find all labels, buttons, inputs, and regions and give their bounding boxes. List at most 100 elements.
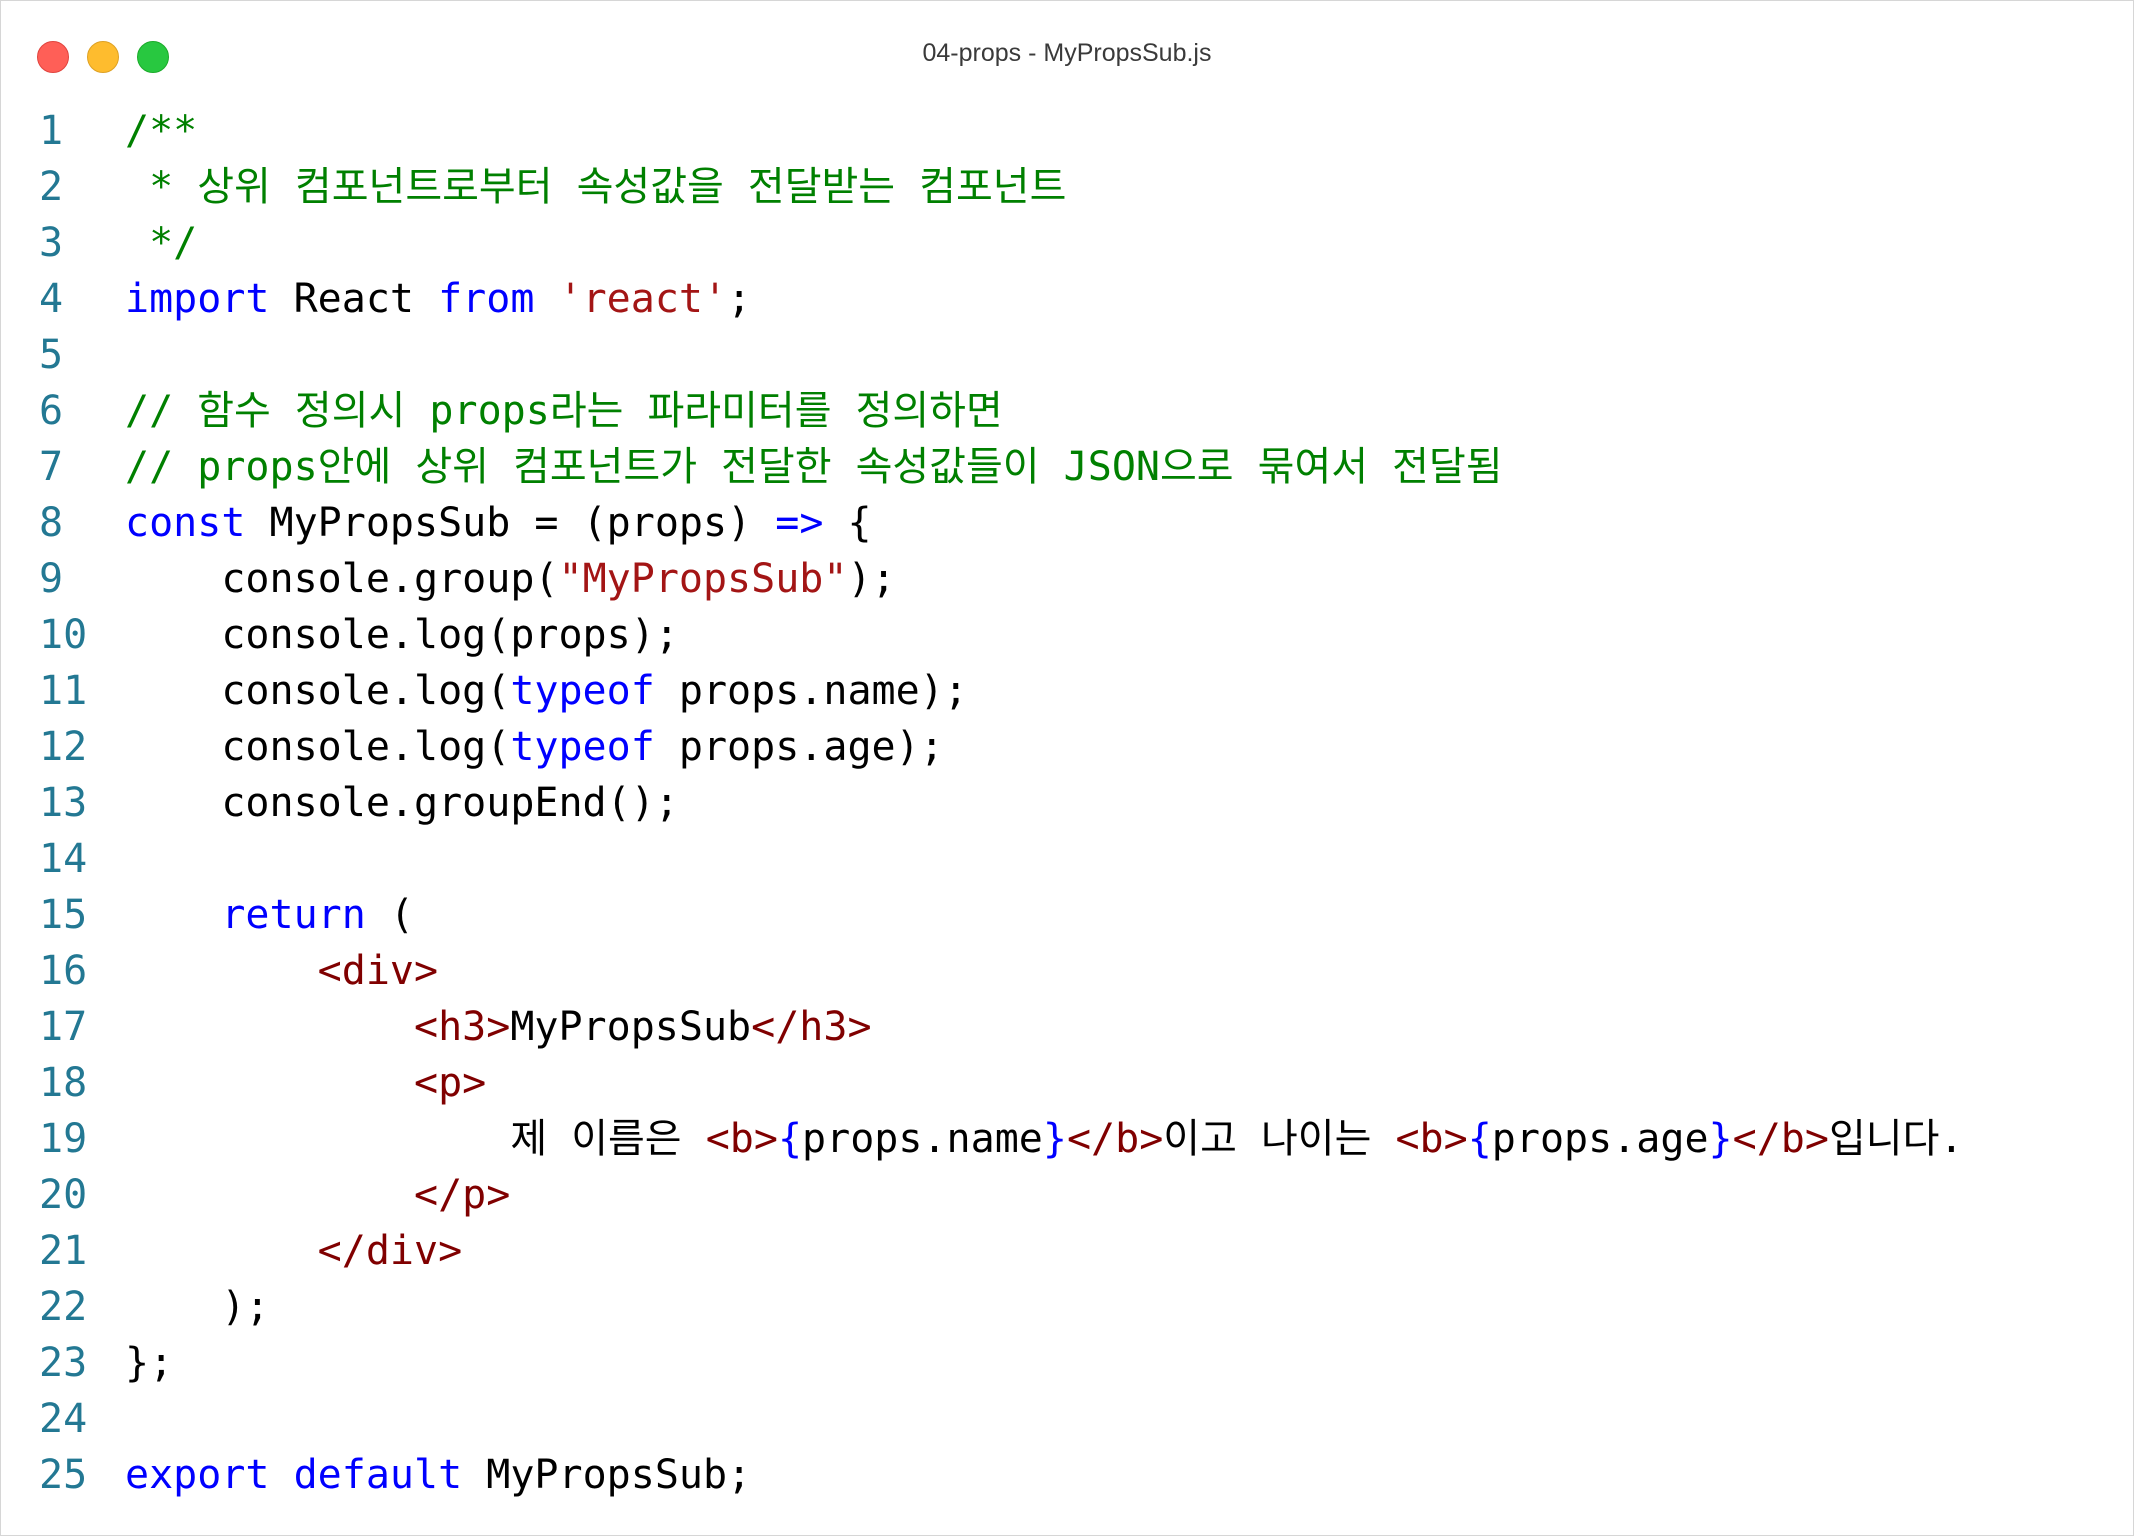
line-number: 17 <box>39 1004 88 1050</box>
code-text: console.groupEnd(); <box>125 775 679 831</box>
code-token-keyword: from <box>438 276 535 322</box>
line-number: 14 <box>39 836 88 882</box>
code-token-plain: ; <box>727 276 752 322</box>
code-token-plain: ( <box>365 892 414 938</box>
line-number: 9 <box>39 556 64 602</box>
code-line: 21 </div> <box>1 1223 2133 1279</box>
code-line: 14 <box>1 831 2133 887</box>
line-number: 6 <box>39 388 64 434</box>
code-token-plain: ); <box>847 556 896 602</box>
code-line: 6 // 함수 정의시 props라는 파라미터를 정의하면 <box>1 383 2133 439</box>
code-line: 25 export default MyPropsSub; <box>1 1447 2133 1503</box>
code-token-comment: // props안에 상위 컴포넌트가 전달한 속성값들이 JSON으로 묶여서… <box>125 444 1503 490</box>
code-token-keyword: typeof <box>510 724 655 770</box>
line-number: 23 <box>39 1340 88 1386</box>
code-token-tag: </div> <box>317 1228 463 1274</box>
line-number: 4 <box>39 276 64 322</box>
code-token-plain: console.groupEnd(); <box>125 780 679 826</box>
code-token-tag: <div> <box>317 948 439 994</box>
code-line: 20 </p> <box>1 1167 2133 1223</box>
code-text: console.log(props); <box>125 607 679 663</box>
code-text: console.log(typeof props.name); <box>125 663 968 719</box>
code-token-plain: props.age); <box>654 724 944 770</box>
code-text: * 상위 컴포넌트로부터 속성값을 전달받는 컴포넌트 <box>125 159 1066 215</box>
code-token-keyword: return <box>221 892 366 938</box>
code-text: ); <box>125 1279 269 1335</box>
code-text: console.group("MyPropsSub"); <box>125 551 896 607</box>
line-number: 5 <box>39 332 64 378</box>
code-token-tag: </b> <box>1066 1116 1164 1162</box>
code-token-tag: <b> <box>705 1116 778 1162</box>
code-token-tag: </b> <box>1732 1116 1829 1162</box>
line-number: 8 <box>39 500 64 546</box>
code-line: 16 <div> <box>1 943 2133 999</box>
line-number: 13 <box>39 780 88 826</box>
code-line: 17 <h3>MyPropsSub</h3> <box>1 999 2133 1055</box>
code-line: 3 */ <box>1 215 2133 271</box>
code-token-plain: props.name); <box>654 668 968 714</box>
code-line: 7 // props안에 상위 컴포넌트가 전달한 속성값들이 JSON으로 묶여… <box>1 439 2133 495</box>
code-token-string: 'react' <box>558 276 728 322</box>
code-text: export default MyPropsSub; <box>125 1447 751 1503</box>
code-text: return ( <box>125 887 414 943</box>
code-token-plain: console.log( <box>125 724 511 770</box>
code-token-plain: props.age <box>1491 1116 1709 1162</box>
code-token-keyword: typeof <box>510 668 655 714</box>
line-number: 20 <box>39 1172 88 1218</box>
code-text: <p> <box>125 1055 486 1111</box>
window-title: 04-props - MyPropsSub.js <box>922 39 1212 67</box>
code-token-plain: 이고 나이는 <box>1163 1116 1396 1162</box>
code-line: 19 제 이름은 <b>{props.name}</b>이고 나이는 <b>{p… <box>1 1111 2133 1167</box>
code-line: 5 <box>1 327 2133 383</box>
code-token-comment: // 함수 정의시 props라는 파라미터를 정의하면 <box>125 388 1003 434</box>
code-line: 8 const MyPropsSub = (props) => { <box>1 495 2133 551</box>
code-text: </div> <box>125 1223 463 1279</box>
code-text: </p> <box>125 1167 510 1223</box>
code-token-plain: console.log( <box>125 668 511 714</box>
title-bar: 04-props - MyPropsSub.js <box>1 1 2133 111</box>
line-number: 21 <box>39 1228 88 1274</box>
code-token-plain: React <box>269 276 439 322</box>
code-token-tag: <p> <box>413 1060 487 1106</box>
code-text: */ <box>125 215 197 271</box>
code-text: /** <box>125 103 197 159</box>
line-number: 15 <box>39 892 88 938</box>
code-token-keyword: } <box>1708 1116 1733 1162</box>
code-token-plain: 입니다. <box>1828 1116 1964 1162</box>
code-text: import React from 'react'; <box>125 271 751 327</box>
code-line: 11 console.log(typeof props.name); <box>1 663 2133 719</box>
code-token-plain: console.log(props); <box>125 612 679 658</box>
line-number: 25 <box>39 1452 88 1498</box>
line-number: 22 <box>39 1284 88 1330</box>
line-number: 10 <box>39 612 88 658</box>
code-token-keyword: => <box>775 500 824 546</box>
line-number: 19 <box>39 1116 88 1162</box>
code-token-keyword: const <box>125 500 246 546</box>
code-token-plain: 제 이름은 <box>125 1116 706 1162</box>
code-line: 22 ); <box>1 1279 2133 1335</box>
code-line: 13 console.groupEnd(); <box>1 775 2133 831</box>
code-token-keyword: default <box>293 1452 463 1498</box>
code-editor[interactable]: 1/** 2 * 상위 컴포넌트로부터 속성값을 전달받는 컴포넌트 3 */4 im… <box>1 103 2133 1503</box>
line-number: 2 <box>39 164 64 210</box>
code-line: 15 return ( <box>1 887 2133 943</box>
code-token-keyword: import <box>125 276 270 322</box>
line-number: 3 <box>39 220 64 266</box>
code-token-plain: MyPropsSub <box>510 1004 752 1050</box>
line-number: 24 <box>39 1396 88 1442</box>
code-token-tag: <b> <box>1395 1116 1468 1162</box>
code-token-keyword: { <box>1467 1116 1492 1162</box>
code-token-comment: * 상위 컴포넌트로부터 속성값을 전달받는 컴포넌트 <box>125 164 1067 210</box>
code-line: 24 <box>1 1391 2133 1447</box>
code-token-plain: console.group( <box>125 556 559 602</box>
line-number: 11 <box>39 668 88 714</box>
code-text: // props안에 상위 컴포넌트가 전달한 속성값들이 JSON으로 묶여서… <box>125 439 1503 495</box>
code-token-plain: MyPropsSub = (props) <box>245 500 776 546</box>
code-line: 2 * 상위 컴포넌트로부터 속성값을 전달받는 컴포넌트 <box>1 159 2133 215</box>
